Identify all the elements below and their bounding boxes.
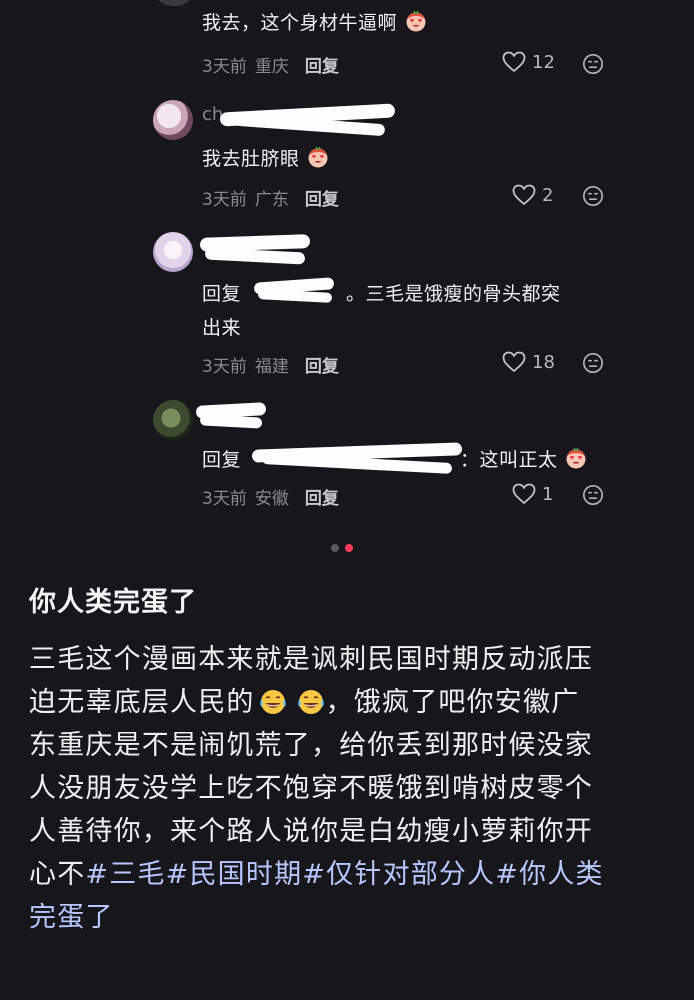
comment-4-meta: 3天前 安徽 回复 [202, 484, 339, 509]
comment-location: 广东 [254, 190, 289, 210]
comment-location: 安徽 [254, 489, 289, 509]
comment-4-text: ：这叫正太 [460, 445, 588, 472]
redaction-scribble [204, 247, 306, 265]
avatar-partial[interactable] [154, 0, 194, 6]
page-indicator [331, 544, 353, 552]
comment-3-meta: 3天前 福建 回复 [202, 352, 339, 377]
comment-1-meta: 3天前 重庆 回复 [202, 52, 339, 77]
comment-3-reply-prefix: 回复 [202, 283, 242, 305]
heart-icon [512, 184, 536, 206]
body-line: 人没朋友没学上吃不饱穿不暖饿到啃树皮零个 [29, 773, 593, 804]
comment-3-text: 。三毛是饿瘦的骨头都突 [346, 283, 561, 305]
tears-of-joy-emoji [296, 688, 326, 716]
comment-time: 3天前 [202, 357, 247, 377]
comment-location: 重庆 [254, 57, 289, 77]
avatar[interactable] [153, 400, 193, 440]
heart-eyes-emoji [564, 447, 588, 469]
comment-time: 3天前 [202, 57, 247, 77]
like-count: 18 [532, 351, 555, 373]
post-title: 你人类完蛋了 [29, 587, 197, 618]
comment-4-reply-prefix: 回复 [202, 449, 242, 471]
comment-2-meta: 3天前 广东 回复 [202, 185, 339, 210]
tears-of-joy-emoji [258, 688, 288, 716]
hashtag-link[interactable]: #你人类 [495, 859, 603, 890]
smile-icon[interactable] [582, 484, 604, 506]
like-button[interactable]: 18 [502, 351, 555, 373]
comment-1-text: 我去，这个身材牛逼啊 [202, 8, 428, 35]
body-line: 迫无辜底层人民的 ，饿疯了吧你安徽广 [29, 687, 580, 718]
body-line: 三毛这个漫画本来就是讽刺民国时期反动派压 [29, 644, 593, 675]
smile-icon[interactable] [582, 185, 604, 207]
body-line: 人善待你，来个路人说你是白幼瘦小萝莉你开 [29, 816, 593, 847]
page-dot[interactable] [331, 544, 339, 552]
reply-button[interactable]: 回复 [305, 185, 339, 210]
like-count: 2 [542, 184, 554, 206]
reply-button[interactable]: 回复 [305, 352, 339, 377]
like-button[interactable]: 1 [512, 483, 553, 505]
heart-eyes-emoji [404, 10, 428, 32]
smile-icon[interactable] [582, 352, 604, 374]
heart-eyes-emoji [306, 146, 330, 168]
heart-icon [512, 483, 536, 505]
heart-icon [502, 351, 526, 373]
reply-button[interactable]: 回复 [305, 484, 339, 509]
avatar[interactable] [153, 100, 193, 140]
like-button[interactable]: 2 [512, 184, 553, 206]
smile-icon[interactable] [582, 53, 604, 75]
comment-location: 福建 [254, 357, 289, 377]
hashtag-link[interactable]: #仅针对部分人 [302, 859, 495, 890]
reply-button[interactable]: 回复 [305, 52, 339, 77]
like-count: 12 [532, 51, 555, 73]
heart-icon [502, 51, 526, 73]
avatar[interactable] [153, 232, 193, 272]
comment-time: 3天前 [202, 489, 247, 509]
post-body: 三毛这个漫画本来就是讽刺民国时期反动派压 迫无辜底层人民的 ，饿疯了吧你安徽广 东… [29, 638, 679, 939]
hashtag-link[interactable]: #民国时期 [166, 859, 303, 890]
page-dot-active[interactable] [345, 544, 353, 552]
hashtag-link[interactable]: #三毛 [85, 859, 165, 890]
comment-3-text-cont: 出来 [202, 317, 242, 339]
comment-time: 3天前 [202, 190, 247, 210]
like-button[interactable]: 12 [502, 51, 555, 73]
hashtag-link-cont[interactable]: 完蛋了 [29, 896, 679, 939]
comment-2-text: 我去肚脐眼 [202, 144, 330, 171]
body-line: 东重庆是不是闹饥荒了，给你丢到那时候没家 [29, 730, 593, 761]
like-count: 1 [542, 483, 554, 505]
body-line: 心不#三毛#民国时期#仅针对部分人#你人类 [29, 859, 604, 890]
redaction-scribble [199, 414, 263, 429]
redaction-scribble [257, 289, 333, 303]
